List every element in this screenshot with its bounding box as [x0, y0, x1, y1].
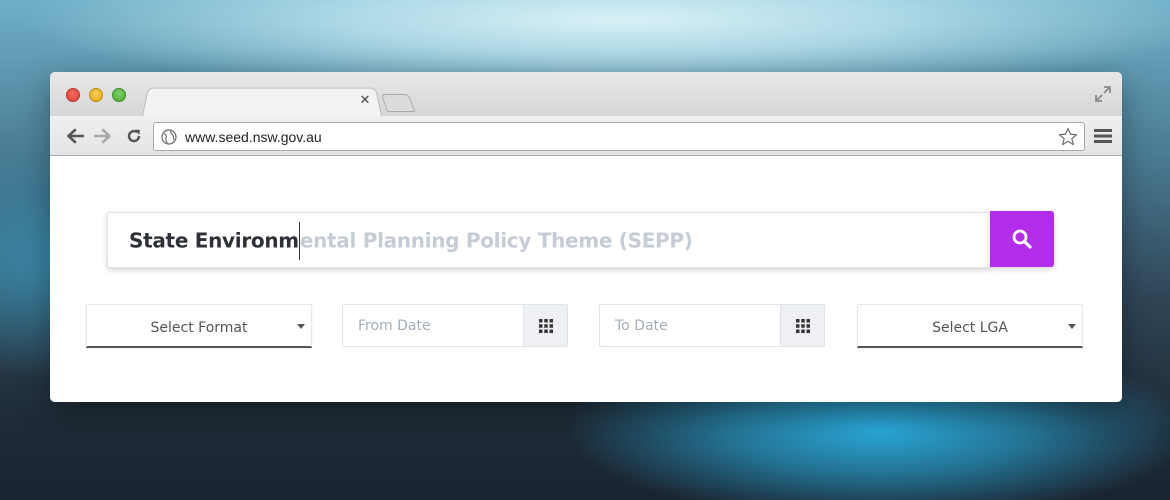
page-content: State Environmental Planning Policy Them…	[50, 157, 1122, 402]
back-button[interactable]	[65, 126, 85, 146]
search-button[interactable]	[990, 211, 1054, 267]
forward-button[interactable]	[93, 126, 113, 146]
format-select[interactable]: Select Format	[86, 304, 312, 348]
address-bar[interactable]: www.seed.nsw.gov.au	[153, 122, 1085, 151]
search-autocomplete-suggestion: ental Planning Policy Theme (SEPP)	[299, 228, 693, 253]
minimize-window-button[interactable]	[89, 88, 103, 102]
reload-button[interactable]	[124, 126, 144, 146]
from-date-calendar-button[interactable]	[523, 305, 567, 346]
reload-icon	[127, 129, 141, 143]
text-caret	[298, 222, 300, 260]
arrow-right-icon	[94, 128, 111, 144]
close-window-button[interactable]	[66, 88, 80, 102]
maximize-window-button[interactable]	[112, 88, 126, 102]
lga-select-label: Select LGA	[932, 320, 1008, 336]
hamburger-menu-icon[interactable]	[1094, 128, 1112, 144]
lga-select[interactable]: Select LGA	[857, 304, 1083, 348]
tab-close-icon[interactable]: ✕	[358, 94, 372, 108]
from-date-placeholder: From Date	[358, 318, 431, 334]
format-select-label: Select Format	[150, 320, 248, 336]
browser-window: ✕ www.seed.nsw.gov.au State Environmenta…	[50, 72, 1122, 402]
bookmark-star-icon[interactable]	[1058, 127, 1078, 147]
url-text: www.seed.nsw.gov.au	[185, 129, 322, 145]
search-icon	[1012, 229, 1032, 249]
to-date-placeholder: To Date	[615, 318, 668, 334]
search-typed-text: State Environm	[129, 228, 299, 253]
title-bar: ✕	[50, 72, 1122, 116]
calendar-grid-icon	[538, 318, 553, 333]
to-date-calendar-button[interactable]	[780, 305, 824, 346]
browser-tab[interactable]	[142, 87, 382, 116]
arrow-left-icon	[67, 128, 84, 144]
to-date-field[interactable]: To Date	[599, 304, 825, 347]
calendar-grid-icon	[795, 318, 810, 333]
globe-icon	[161, 129, 177, 145]
browser-toolbar: www.seed.nsw.gov.au	[50, 116, 1122, 156]
from-date-field[interactable]: From Date	[342, 304, 568, 347]
window-controls	[66, 88, 126, 102]
new-tab-button[interactable]	[380, 94, 416, 112]
search-input[interactable]: State Environmental Planning Policy Them…	[107, 212, 991, 268]
fullscreen-icon[interactable]	[1094, 85, 1112, 103]
search-input-text: State Environmental Planning Policy Them…	[129, 222, 693, 260]
chevron-down-icon	[1068, 324, 1076, 329]
chevron-down-icon	[297, 324, 305, 329]
